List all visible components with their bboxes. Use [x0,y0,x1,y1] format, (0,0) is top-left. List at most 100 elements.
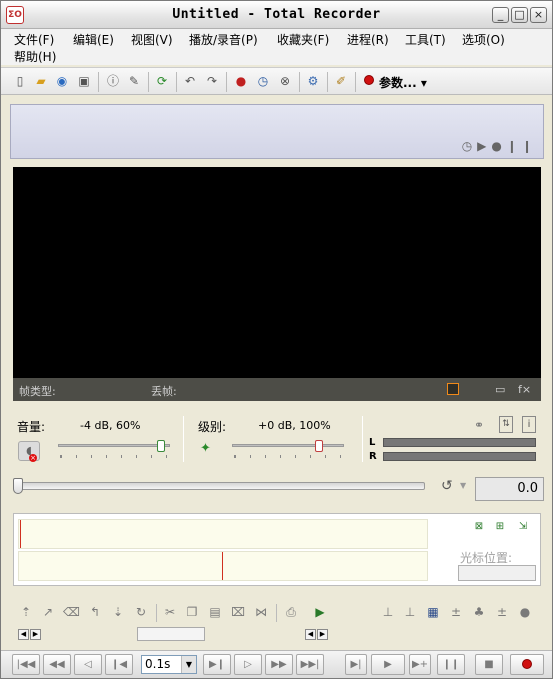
level-ticks [234,455,344,458]
selection-marker [222,552,223,580]
level-slider[interactable] [314,440,323,452]
link-icon[interactable]: ⚭ [474,418,484,432]
position-slider-track[interactable] [13,482,425,490]
trim-icon[interactable]: ⋈ [253,604,269,620]
frame-type-label: 帧类型: [19,385,56,398]
menu-tools[interactable]: 工具(T) [405,31,446,48]
toolbar-separator [327,72,328,92]
stop-button[interactable]: ■ [475,654,503,675]
delete-icon[interactable]: ⌧ [230,604,246,620]
params-record-icon[interactable] [360,72,378,90]
marker-user-icon[interactable]: ● [517,604,533,620]
eraser-icon[interactable]: ⌫ [63,604,80,620]
play-button[interactable]: ▶ [371,654,405,675]
mixer-icon[interactable]: ⇅ [499,416,513,433]
cut-icon[interactable]: ✂ [162,604,178,620]
copy-icon[interactable]: ❐ [184,604,200,620]
mark-forward-icon[interactable]: ↗ [40,604,56,620]
back-arrow-icon[interactable]: ↰ [87,604,103,620]
marker-plus-icon[interactable]: ± [494,604,510,620]
rotate-icon[interactable]: ↻ [133,604,149,620]
loop-icon[interactable]: ↺ [441,478,453,494]
delete-marker-icon[interactable]: ⊠ [471,520,487,534]
speaker-forward-button[interactable]: ▷ [234,654,262,675]
marker-add-icon[interactable]: ± [448,604,464,620]
device-settings-icon[interactable]: ⚙ [304,72,322,90]
print-icon[interactable]: ⎙ [283,604,299,620]
cursor-position-field [458,565,536,581]
new-file-icon[interactable]: ▯ [11,72,29,90]
export-marker-icon[interactable]: ⇲ [515,520,531,534]
chevron-down-icon: ▾ [420,76,427,90]
step-back-button[interactable]: ❙◀ [105,654,133,675]
play-selection-icon[interactable]: ▶ [312,604,328,620]
zoom-field[interactable] [137,627,205,641]
edit-note-icon[interactable]: ✎ [125,72,143,90]
scroll-left-icon[interactable]: ◀ [305,629,316,640]
undo-icon[interactable]: ↶ [181,72,199,90]
stop-circle-icon[interactable]: ⊗ [276,72,294,90]
tools-wrench-icon[interactable]: ✐ [332,72,350,90]
menu-help[interactable]: 帮助(H) [14,48,56,65]
scroll-right-icon[interactable]: ▶ [30,629,41,640]
chevron-down-icon[interactable]: ▼ [181,656,196,673]
speaker-back-button[interactable]: ◁ [74,654,102,675]
rewind-button[interactable]: ◀◀ [43,654,71,675]
fast-forward-button[interactable]: ▶▶ [265,654,293,675]
waveform-lane-left[interactable] [18,519,428,549]
open-url-icon[interactable]: ◉ [53,72,71,90]
play-plus-button[interactable]: ▶+ [409,654,431,675]
menu-play-record[interactable]: 播放/录音(P) [189,31,258,48]
add-marker-icon[interactable]: ⊞ [492,520,508,534]
close-button[interactable]: × [530,7,547,23]
volume-slider[interactable] [157,440,165,452]
fx-icon[interactable]: f× [518,383,531,396]
step-size-select[interactable]: 0.1s ▼ [141,655,197,674]
maximize-button[interactable]: □ [511,7,528,23]
chevron-down-icon[interactable]: ▼ [460,481,466,490]
redo-icon[interactable]: ↷ [203,72,221,90]
cursor-position-label: 光标位置: [460,551,513,565]
mark-end-icon[interactable]: ⇣ [110,604,126,620]
menu-favorites[interactable]: 收藏夹(F) [277,31,329,48]
menu-bar: 文件(F) 编辑(E) 视图(V) 播放/录音(P) 收藏夹(F) 进程(R) … [1,29,552,65]
menu-options[interactable]: 选项(O) [462,31,505,48]
record-settings-icon[interactable]: ● [232,72,250,90]
title-bar: ΣO Untitled - Total Recorder _ □ × [1,1,552,29]
marker-join-icon[interactable]: ⊥ [402,604,418,620]
refresh-icon[interactable]: ⟳ [153,72,171,90]
menu-file[interactable]: 文件(F) [14,31,54,48]
play-from-button[interactable]: ▶| [345,654,367,675]
dropped-frames-label: 丢帧: [151,385,177,398]
scheduler-icon[interactable]: ◷ [254,72,272,90]
scroll-left-icon[interactable]: ◀ [18,629,29,640]
marker-list-icon[interactable]: ▦ [425,604,441,620]
paste-icon[interactable]: ▤ [207,604,223,620]
params-button[interactable]: 参数... ▾ [379,74,427,91]
pause-button[interactable]: ❙❙ [437,654,465,675]
waveform-lane-right[interactable] [18,551,428,581]
properties-icon[interactable]: i [522,416,536,433]
go-to-end-button[interactable]: ▶▶| [296,654,324,675]
marker-down-icon[interactable]: ⊥ [380,604,396,620]
menu-view[interactable]: 视图(V) [131,31,173,48]
info-icon[interactable]: ⓘ [104,72,122,90]
save-icon[interactable]: ▣ [75,72,93,90]
go-to-start-button[interactable]: |◀◀ [12,654,40,675]
position-slider[interactable] [13,478,23,494]
open-folder-icon[interactable]: ▰ [32,72,50,90]
level-value: +0 dB, 100% [258,419,331,432]
toolbar-separator [156,604,157,622]
fullscreen-icon[interactable]: ▭ [495,383,505,396]
video-display [13,167,541,378]
scroll-right-icon[interactable]: ▶ [317,629,328,640]
video-frame-icon[interactable] [447,383,459,395]
menu-edit[interactable]: 编辑(E) [73,31,114,48]
level-wand-icon[interactable]: ✦ [200,441,211,456]
menu-process[interactable]: 进程(R) [347,31,389,48]
record-button[interactable] [510,654,544,675]
mark-start-icon[interactable]: ⇡ [18,604,34,620]
step-forward-button[interactable]: ▶❙ [203,654,231,675]
marker-group-icon[interactable]: ♣ [471,604,487,620]
minimize-button[interactable]: _ [492,7,509,23]
